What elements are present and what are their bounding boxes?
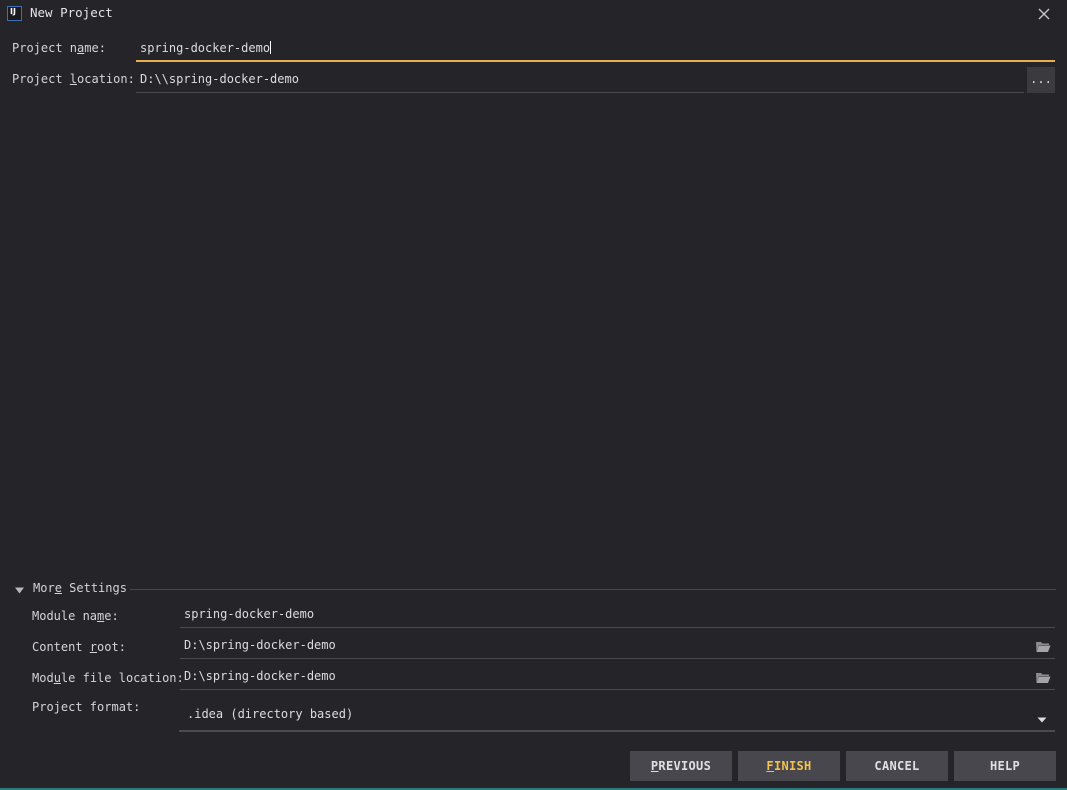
module-file-location-input[interactable]: D:\spring-docker-demo xyxy=(180,667,1055,690)
folder-icon xyxy=(1036,673,1051,683)
text-caret xyxy=(270,41,272,54)
section-divider xyxy=(130,589,1056,590)
triangle-down-icon xyxy=(15,587,24,594)
more-settings-title[interactable]: More Settings xyxy=(33,581,127,595)
module-file-browse-button[interactable] xyxy=(1035,671,1051,685)
window-title: New Project xyxy=(30,5,113,20)
folder-icon xyxy=(1036,642,1051,652)
module-name-label: Module name: xyxy=(32,609,119,623)
project-format-value: .idea (directory based) xyxy=(187,707,354,721)
browse-location-button[interactable]: ... xyxy=(1027,67,1055,93)
content-root-browse-button[interactable] xyxy=(1035,640,1051,654)
new-project-dialog: IJ New Project Project name: spring-dock… xyxy=(0,0,1067,790)
project-location-input[interactable]: D:\\spring-docker-demo xyxy=(136,70,1024,93)
project-format-label: Project format: xyxy=(32,700,141,714)
more-settings-toggle[interactable] xyxy=(14,585,26,595)
project-name-label: Project name: xyxy=(12,41,106,55)
close-button[interactable] xyxy=(1034,4,1054,24)
close-icon xyxy=(1038,8,1050,20)
content-root-input[interactable]: D:\spring-docker-demo xyxy=(180,636,1055,659)
project-name-value: spring-docker-demo xyxy=(140,41,271,55)
project-location-label: Project location: xyxy=(12,72,135,86)
intellij-logo-icon: IJ xyxy=(7,6,22,21)
module-name-input[interactable]: spring-docker-demo xyxy=(180,605,1055,628)
project-format-select[interactable]: .idea (directory based) xyxy=(179,700,1055,732)
content-root-label: Content root: xyxy=(32,640,126,654)
finish-button[interactable]: FINISH xyxy=(738,751,840,781)
previous-button[interactable]: PREVIOUS xyxy=(630,751,732,781)
chevron-down-icon xyxy=(1037,712,1047,723)
cancel-button[interactable]: CANCEL xyxy=(846,751,948,781)
help-button[interactable]: HELP xyxy=(954,751,1056,781)
project-name-input[interactable]: spring-docker-demo xyxy=(136,39,1055,62)
module-file-location-label: Module file location: xyxy=(32,671,184,685)
